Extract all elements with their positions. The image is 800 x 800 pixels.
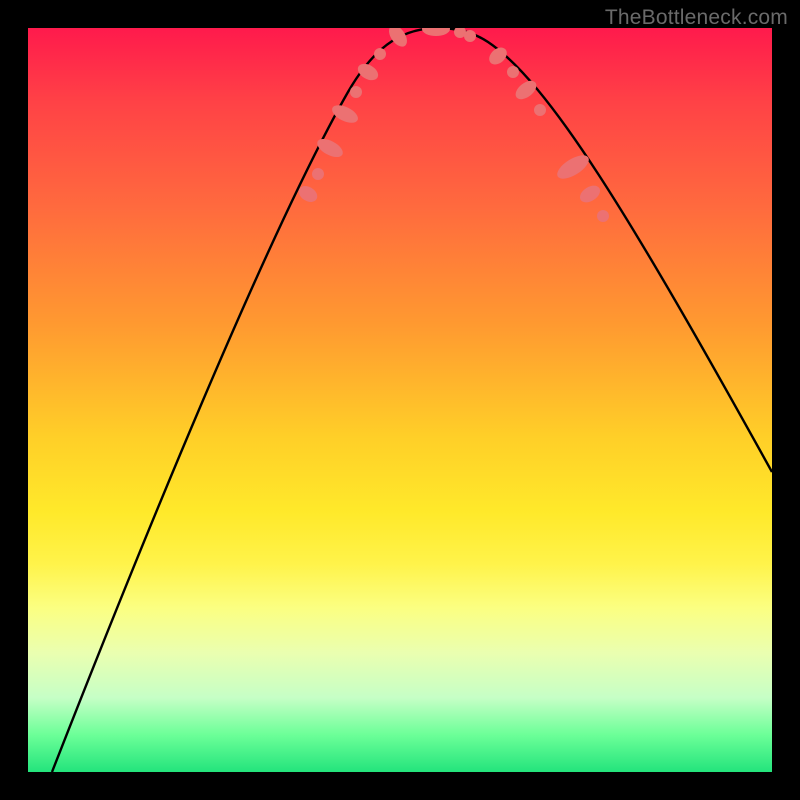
data-marker: [312, 168, 324, 180]
data-marker: [422, 28, 450, 36]
data-marker: [512, 77, 540, 103]
data-marker: [534, 104, 546, 116]
bottleneck-curve: [52, 28, 772, 772]
data-marker: [385, 28, 410, 50]
data-marker: [577, 182, 603, 206]
chart-frame: TheBottleneck.com: [0, 0, 800, 800]
data-marker: [464, 30, 476, 42]
marker-layer: [296, 28, 609, 222]
data-marker: [374, 48, 386, 60]
data-marker: [350, 86, 362, 98]
chart-svg: [28, 28, 772, 772]
data-marker: [507, 66, 519, 78]
curve-layer: [52, 28, 772, 772]
data-marker: [597, 210, 609, 222]
data-marker: [329, 102, 360, 127]
chart-plot-area: [28, 28, 772, 772]
watermark-text: TheBottleneck.com: [605, 6, 788, 30]
